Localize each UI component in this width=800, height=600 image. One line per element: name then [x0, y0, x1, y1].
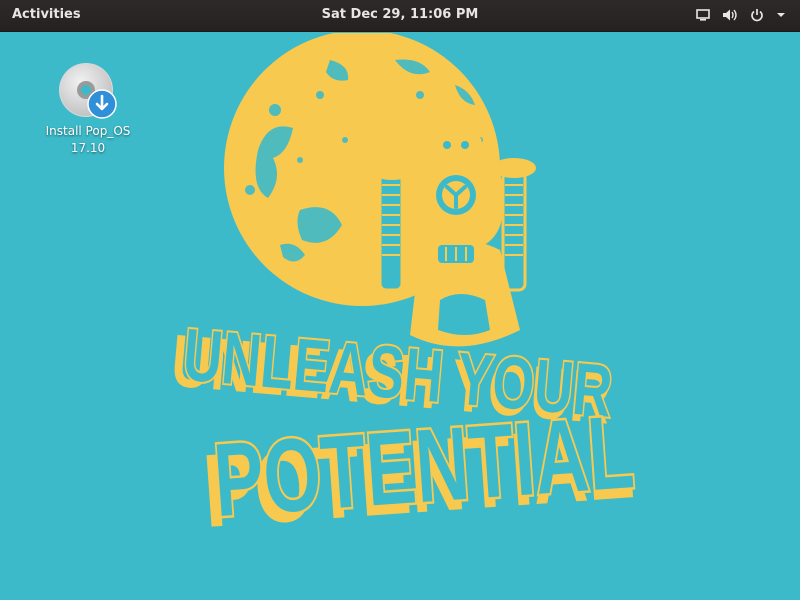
volume-icon[interactable]: [722, 8, 738, 22]
desktop-icon-install-pop-os[interactable]: Install Pop_OS 17.10: [36, 60, 140, 157]
slogan-art: UNLEASH YOUR UNLEASH YOUR POTENTIAL POTE…: [168, 311, 639, 550]
disc-install-icon: [58, 60, 118, 120]
clock-container: Sat Dec 29, 11:06 PM: [0, 7, 800, 22]
power-icon[interactable]: [750, 8, 764, 22]
menu-arrow-icon[interactable]: [776, 8, 786, 22]
desktop-icon-label-line1: Install Pop_OS: [45, 124, 131, 138]
display-icon[interactable]: [696, 8, 710, 22]
clock-button[interactable]: Sat Dec 29, 11:06 PM: [322, 7, 479, 22]
desktop-icon-label: Install Pop_OS 17.10: [36, 123, 140, 157]
system-tray[interactable]: [696, 8, 786, 22]
desktop-icon-label-line2: 17.10: [70, 141, 106, 155]
activities-button[interactable]: Activities: [12, 7, 81, 22]
top-bar: Activities Sat Dec 29, 11:06 PM: [0, 0, 800, 32]
